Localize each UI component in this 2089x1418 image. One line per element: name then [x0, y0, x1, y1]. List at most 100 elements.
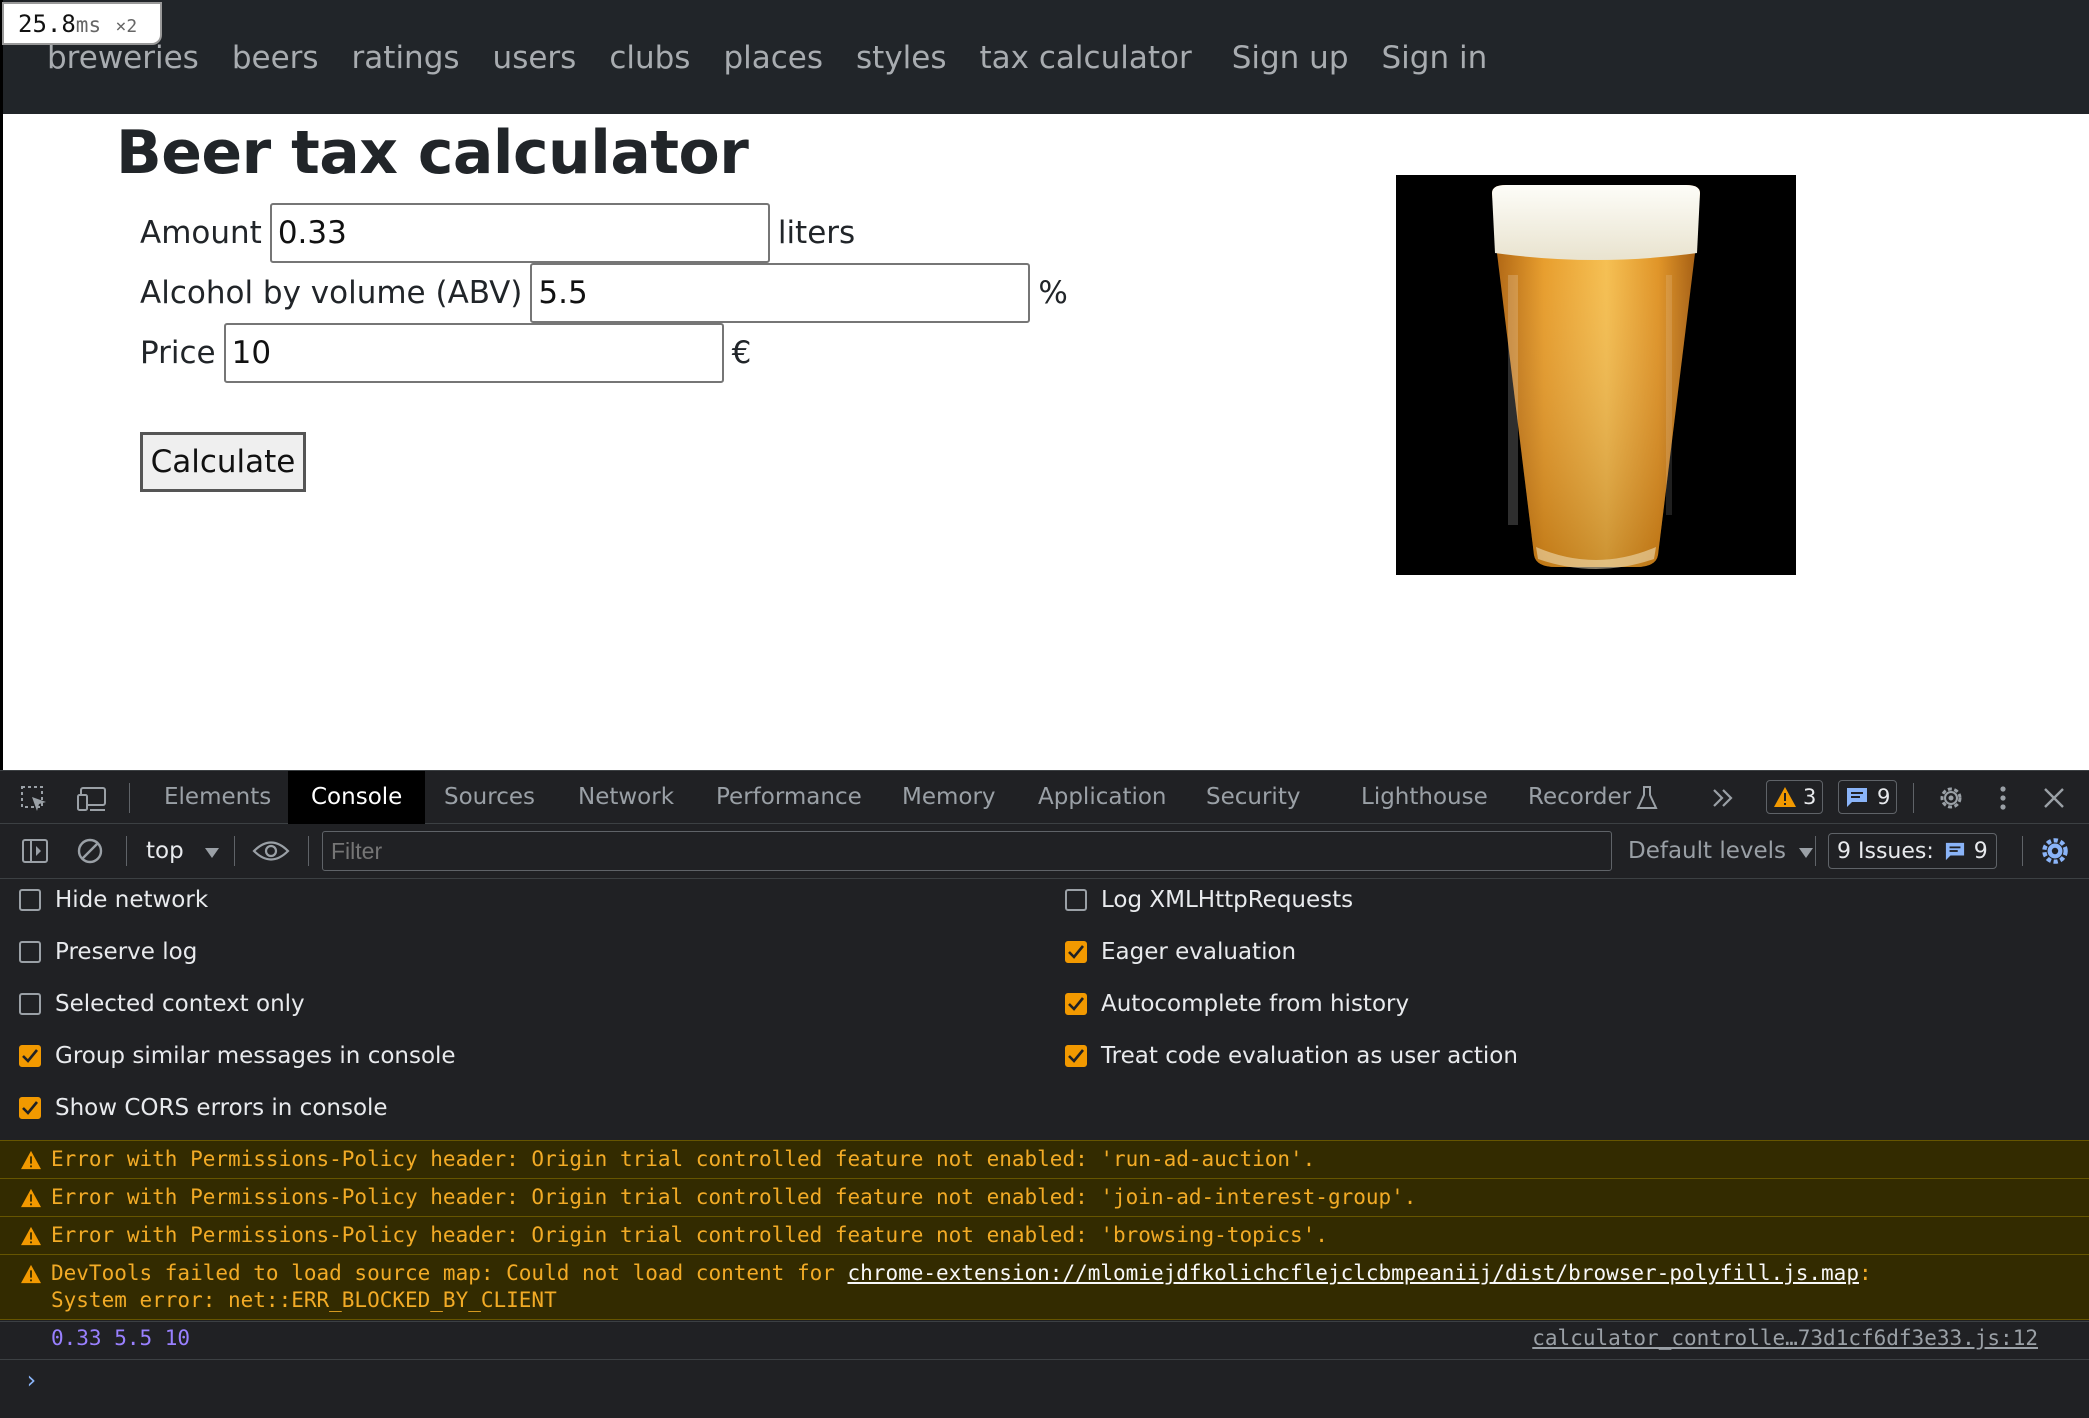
preserve-log-checkbox[interactable]	[19, 941, 41, 963]
treat-code-evaluation-label: Treat code evaluation as user action	[1101, 1043, 1518, 1069]
amount-row: Amount liters	[140, 203, 855, 263]
amount-input[interactable]	[269, 203, 770, 263]
tab-recorder[interactable]: Recorder	[1528, 771, 1631, 824]
more-options-icon[interactable]	[1997, 784, 2009, 816]
messages-badge[interactable]: 9	[1838, 780, 1898, 814]
warning-text: Error with Permissions-Policy header: Or…	[51, 1147, 1316, 1171]
treat-code-evaluation-checkbox[interactable]	[1065, 1045, 1087, 1067]
messages-count: 9	[1877, 785, 1891, 809]
nav-link-places[interactable]: places	[723, 38, 823, 78]
warnings-badge[interactable]: 3	[1766, 780, 1824, 814]
nav-link-styles[interactable]: styles	[856, 38, 947, 78]
autocomplete-history-option[interactable]: Autocomplete from history	[1065, 991, 1409, 1017]
checkmark-icon	[22, 1101, 38, 1115]
context-selector[interactable]: top	[146, 824, 220, 879]
log-values: 0.33 5.5 10	[51, 1326, 191, 1350]
log-xhr-label: Log XMLHttpRequests	[1101, 887, 1354, 913]
tab-lighthouse[interactable]: Lighthouse	[1361, 771, 1488, 824]
nav-links: breweries beers ratings users clubs plac…	[47, 38, 1520, 78]
issues-label: 9 Issues:	[1837, 838, 1934, 864]
issues-count: 9	[1973, 838, 1988, 864]
console-filter-input[interactable]	[322, 831, 1612, 871]
close-devtools-icon[interactable]	[2042, 786, 2066, 814]
more-tabs-chevron-icon[interactable]	[1710, 785, 1736, 815]
treat-code-evaluation-option[interactable]: Treat code evaluation as user action	[1065, 1043, 1518, 1069]
amount-unit: liters	[777, 215, 856, 251]
tab-performance[interactable]: Performance	[716, 771, 862, 824]
tab-security[interactable]: Security	[1206, 771, 1300, 824]
group-similar-checkbox[interactable]	[19, 1045, 41, 1067]
preserve-log-option[interactable]: Preserve log	[19, 939, 197, 965]
warning-icon	[21, 1226, 41, 1246]
sourcemap-warning-line1: DevTools failed to load source map: Coul…	[51, 1261, 1872, 1285]
selected-context-label: Selected context only	[55, 991, 305, 1017]
console-toolbar: top Default levels 9 Issues: 9	[0, 824, 2089, 879]
amount-label: Amount	[140, 215, 262, 251]
nav-link-tax-calculator[interactable]: tax calculator	[980, 38, 1192, 78]
issues-button[interactable]: 9 Issues: 9	[1828, 833, 1997, 869]
console-settings-gear-icon[interactable]	[2039, 835, 2071, 871]
navbar: breweries beers ratings users clubs plac…	[0, 0, 2089, 114]
log-xhr-checkbox[interactable]	[1065, 889, 1087, 911]
log-levels-dropdown[interactable]: Default levels	[1628, 824, 1814, 879]
preserve-log-label: Preserve log	[55, 939, 198, 965]
console-prompt-icon: ›	[24, 1366, 39, 1394]
sidebar-toggle-icon[interactable]	[21, 837, 49, 869]
nav-link-users[interactable]: users	[493, 38, 577, 78]
devtools-tabbar: Elements Console Sources Network Perform…	[0, 771, 2089, 824]
sourcemap-warning-line2: System error: net::ERR_BLOCKED_BY_CLIENT	[51, 1288, 557, 1312]
tab-sources[interactable]: Sources	[444, 771, 535, 824]
toolbar-divider-2	[234, 836, 235, 866]
sourcemap-suffix: :	[1858, 1261, 1872, 1285]
console-warning-message: Error with Permissions-Policy header: Or…	[0, 1178, 2089, 1216]
tab-application[interactable]: Application	[1038, 771, 1167, 824]
calculate-button[interactable]: Calculate	[140, 432, 306, 492]
nav-link-sign-up[interactable]: Sign up	[1232, 38, 1349, 78]
settings-gear-icon[interactable]	[1936, 783, 1966, 817]
sourcemap-link[interactable]: chrome-extension://mlomiejdfkolichcflejc…	[848, 1261, 1859, 1285]
hide-network-label: Hide network	[55, 887, 209, 913]
tab-console[interactable]: Console	[288, 771, 426, 824]
tabbar-divider	[129, 783, 130, 813]
nav-link-sign-in[interactable]: Sign in	[1382, 38, 1488, 78]
nav-link-beers[interactable]: beers	[232, 38, 319, 78]
clear-console-icon[interactable]	[76, 837, 104, 869]
tab-elements[interactable]: Elements	[164, 771, 271, 824]
tab-memory[interactable]: Memory	[902, 771, 996, 824]
warning-icon	[21, 1264, 41, 1284]
tab-network[interactable]: Network	[578, 771, 674, 824]
eager-evaluation-checkbox[interactable]	[1065, 941, 1087, 963]
selected-context-checkbox[interactable]	[19, 993, 41, 1015]
checkmark-icon	[1068, 945, 1084, 959]
hide-network-option[interactable]: Hide network	[19, 887, 208, 913]
abv-row: Alcohol by volume (ABV) %	[140, 263, 1068, 323]
console-settings-panel: Hide network Preserve log Selected conte…	[0, 879, 2089, 1139]
autocomplete-history-checkbox[interactable]	[1065, 993, 1087, 1015]
levels-dropdown-icon	[1799, 848, 1814, 858]
eager-evaluation-option[interactable]: Eager evaluation	[1065, 939, 1296, 965]
warnings-count: 3	[1803, 785, 1817, 809]
show-cors-checkbox[interactable]	[19, 1097, 41, 1119]
beer-glass-image	[1396, 175, 1796, 575]
show-cors-option[interactable]: Show CORS errors in console	[19, 1095, 388, 1121]
abv-input[interactable]	[530, 263, 1031, 323]
log-xhr-option[interactable]: Log XMLHttpRequests	[1065, 887, 1353, 913]
message-icon	[1847, 788, 1867, 807]
issues-message-icon	[1945, 842, 1964, 861]
inspect-element-icon[interactable]	[20, 785, 48, 817]
price-input[interactable]	[223, 323, 724, 383]
live-expression-eye-icon[interactable]	[252, 838, 290, 868]
nav-link-clubs[interactable]: clubs	[609, 38, 690, 78]
console-prompt-row[interactable]: ›	[0, 1359, 2089, 1418]
warning-icon	[1774, 787, 1796, 807]
nav-link-ratings[interactable]: ratings	[352, 38, 460, 78]
group-similar-label: Group similar messages in console	[55, 1043, 456, 1069]
device-toolbar-icon[interactable]	[76, 785, 108, 817]
checkmark-icon	[1068, 997, 1084, 1011]
selected-context-option[interactable]: Selected context only	[19, 991, 305, 1017]
log-source-link[interactable]: calculator_controlle…73d1cf6df3e33.js:12	[1532, 1326, 2038, 1350]
hide-network-checkbox[interactable]	[19, 889, 41, 911]
group-similar-option[interactable]: Group similar messages in console	[19, 1043, 456, 1069]
price-unit: €	[731, 335, 752, 371]
tabbar-divider-right	[1913, 783, 1914, 813]
